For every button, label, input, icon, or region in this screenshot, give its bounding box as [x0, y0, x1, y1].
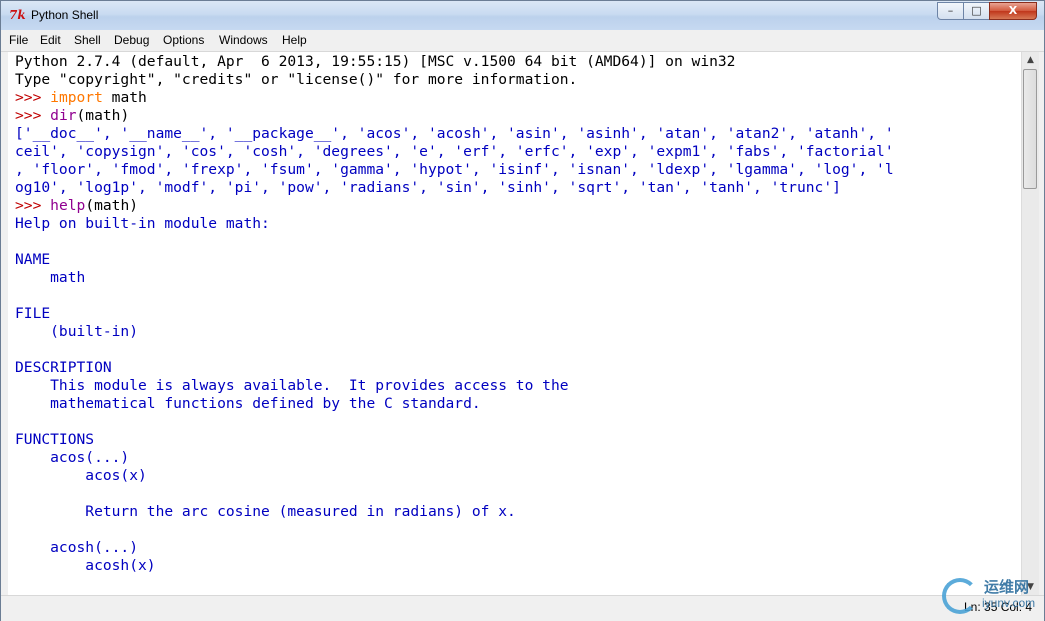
shell-line: FILE	[15, 305, 50, 323]
shell-token: acos(...)	[15, 449, 130, 466]
menu-shell[interactable]: Shell	[74, 33, 101, 47]
shell-line: mathematical functions defined by the C …	[15, 395, 481, 413]
shell-token: >>>	[15, 197, 51, 214]
shell-token: ceil', 'copysign', 'cos', 'cosh', 'degre…	[15, 143, 894, 160]
shell-line: ['__doc__', '__name__', '__package__', '…	[15, 125, 894, 143]
shell-token: acosh(...)	[15, 539, 139, 556]
tk-icon: 7k	[9, 8, 26, 22]
shell-line: Python 2.7.4 (default, Apr 6 2013, 19:55…	[15, 53, 735, 71]
shell-line: acosh(x)	[15, 557, 156, 575]
menu-windows[interactable]: Windows	[219, 33, 268, 47]
shell-token: DESCRIPTION	[15, 359, 112, 376]
watermark-circle-icon	[942, 578, 978, 614]
menu-options[interactable]: Options	[163, 33, 204, 47]
shell-line: >>> import math	[15, 89, 147, 107]
menu-file[interactable]: File	[9, 33, 28, 47]
shell-token: import	[50, 89, 103, 106]
shell-text-area[interactable]: Python 2.7.4 (default, Apr 6 2013, 19:55…	[8, 52, 1021, 595]
shell-token: Help on built-in module math:	[15, 215, 270, 232]
maximize-button[interactable]: □	[963, 2, 990, 20]
python-shell-window: 7k Python Shell – □ X File Edit Shell De…	[0, 0, 1045, 621]
shell-token: , 'floor', 'fmod', 'frexp', 'fsum', 'gam…	[15, 161, 894, 178]
shell-token: Python 2.7.4 (default, Apr 6 2013, 19:55…	[15, 53, 736, 70]
shell-token: acosh(x)	[15, 557, 156, 574]
shell-line: >>> help(math)	[15, 197, 138, 215]
shell-line: Return the arc cosine (measured in radia…	[15, 503, 516, 521]
shell-line: og10', 'log1p', 'modf', 'pi', 'pow', 'ra…	[15, 179, 841, 197]
shell-token: mathematical functions defined by the C …	[15, 395, 481, 412]
shell-token: (built-in)	[15, 323, 139, 340]
shell-token: math	[15, 269, 86, 286]
shell-token: math	[102, 89, 147, 106]
shell-token: NAME	[15, 251, 51, 268]
shell-line: Type "copyright", "credits" or "license(…	[15, 71, 577, 89]
menu-help[interactable]: Help	[282, 33, 307, 47]
scroll-up-arrow-icon[interactable]: ▲	[1022, 52, 1039, 68]
shell-token: FUNCTIONS	[15, 431, 95, 448]
watermark-logo: 运维网 iyunv.com	[942, 574, 1038, 618]
watermark-cn: 运维网	[984, 578, 1030, 596]
shell-line: , 'floor', 'fmod', 'frexp', 'fsum', 'gam…	[15, 161, 894, 179]
shell-token: (math)	[85, 197, 139, 214]
shell-line: FUNCTIONS	[15, 431, 94, 449]
watermark-en: iyunv.com	[982, 596, 1036, 610]
shell-token: Type "copyright", "credits" or "license(…	[15, 71, 578, 88]
close-button[interactable]: X	[989, 2, 1037, 20]
shell-line: acos(...)	[15, 449, 129, 467]
shell-line: DESCRIPTION	[15, 359, 112, 377]
shell-token: acos(x)	[15, 467, 147, 484]
title-bar[interactable]: 7k Python Shell – □ X	[1, 1, 1044, 30]
shell-token: (math)	[76, 107, 130, 124]
menu-debug[interactable]: Debug	[114, 33, 149, 47]
shell-token: dir	[50, 107, 77, 124]
shell-line: math	[15, 269, 85, 287]
shell-line: >>> dir(math)	[15, 107, 129, 125]
shell-token: FILE	[15, 305, 51, 322]
shell-token: help	[50, 197, 86, 214]
shell-token: Return the arc cosine (measured in radia…	[15, 503, 516, 520]
shell-line: (built-in)	[15, 323, 138, 341]
menu-edit[interactable]: Edit	[40, 33, 61, 47]
shell-line: ceil', 'copysign', 'cos', 'cosh', 'degre…	[15, 143, 894, 161]
shell-line: This module is always available. It prov…	[15, 377, 569, 395]
menu-bar: File Edit Shell Debug Options Windows He…	[1, 30, 1044, 52]
shell-token: >>>	[15, 89, 51, 106]
shell-line: acos(x)	[15, 467, 147, 485]
shell-token: og10', 'log1p', 'modf', 'pi', 'pow', 'ra…	[15, 179, 841, 196]
shell-token: This module is always available. It prov…	[15, 377, 569, 394]
scrollbar-thumb[interactable]	[1023, 69, 1037, 189]
minimize-button[interactable]: –	[937, 2, 964, 20]
shell-line: NAME	[15, 251, 50, 269]
shell-line: acosh(...)	[15, 539, 138, 557]
status-bar: Ln: 35 Col: 4	[1, 595, 1044, 621]
shell-token: >>>	[15, 107, 51, 124]
shell-token: ['__doc__', '__name__', '__package__', '…	[15, 125, 894, 142]
vertical-scrollbar[interactable]: ▲ ▼	[1021, 52, 1039, 595]
window-title: Python Shell	[31, 8, 99, 22]
shell-line: Help on built-in module math:	[15, 215, 270, 233]
